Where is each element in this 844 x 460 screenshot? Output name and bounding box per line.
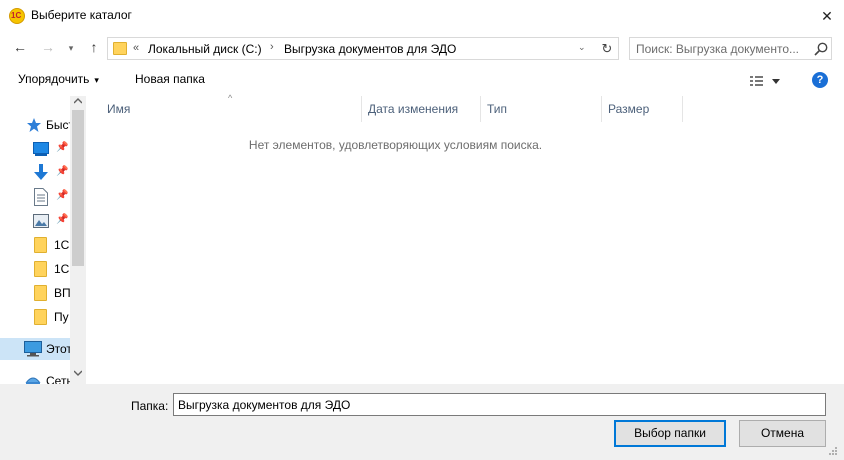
app-logo-icon: 1С [9, 8, 25, 24]
forward-arrow-icon[interactable]: → [38, 37, 58, 57]
breadcrumb-local-disk[interactable]: Локальный диск (C:) [148, 42, 262, 56]
recent-locations-chevron-icon[interactable]: ▾ [64, 38, 78, 58]
view-options-icon[interactable] [748, 73, 782, 89]
sidebar-item-folder-1c-a[interactable]: 1С [0, 234, 70, 256]
sidebar-item-folder-1c-b[interactable]: 1С [0, 258, 70, 280]
folder-name-field[interactable] [173, 393, 826, 416]
sidebar-item-documents[interactable]: 📌 [0, 186, 70, 208]
column-header-date-modified[interactable]: Дата изменения [362, 96, 480, 122]
folder-icon [34, 261, 47, 277]
breadcrumb-separator-icon[interactable]: › [270, 41, 274, 53]
folder-icon [34, 309, 47, 325]
cancel-button[interactable]: Отмена [739, 420, 826, 447]
sidebar-item-downloads[interactable]: 📌 [0, 162, 70, 184]
close-button[interactable]: ✕ [816, 5, 838, 27]
toolbar: Упорядочить ▾ Новая папка ? [0, 66, 844, 95]
organize-button[interactable]: Упорядочить ▾ [18, 72, 99, 86]
chevron-down-icon[interactable] [74, 370, 82, 376]
help-icon[interactable]: ? [812, 72, 828, 88]
sidebar-item-this-pc[interactable]: Этот [0, 338, 72, 360]
file-list: Имя ^ Дата изменения Тип Размер Нет элем… [87, 93, 844, 384]
document-icon [34, 188, 48, 206]
column-divider[interactable] [682, 96, 683, 122]
search-input[interactable] [636, 41, 806, 57]
breadcrumb-current-folder[interactable]: Выгрузка документов для ЭДО [284, 42, 456, 56]
breadcrumb-overflow-icon[interactable]: « [133, 42, 139, 54]
sidebar-scrollbar-thumb[interactable] [72, 110, 84, 266]
column-header-size[interactable]: Размер [602, 96, 682, 122]
back-arrow-icon[interactable]: ← [10, 37, 30, 57]
sidebar-item-quick-access[interactable]: Быст [0, 114, 74, 136]
folder-icon [113, 42, 127, 55]
search-box [629, 37, 832, 60]
pin-icon: 📌 [56, 214, 69, 225]
dialog-footer: Папка: Выбор папки Отмена [0, 384, 844, 460]
column-header-type[interactable]: Тип [481, 96, 601, 122]
chevron-down-icon: ▾ [94, 75, 99, 85]
empty-list-message: Нет элементов, удовлетворяющих условиям … [248, 138, 543, 152]
chevron-up-icon[interactable] [74, 98, 82, 104]
sort-ascending-icon: ^ [228, 93, 233, 103]
download-icon [34, 164, 48, 180]
pictures-icon [33, 214, 49, 228]
resize-grip-icon[interactable] [826, 444, 838, 456]
folder-label: Папка: [131, 399, 169, 413]
address-dropdown-icon[interactable]: ⌄ [578, 42, 586, 53]
computer-icon [24, 341, 42, 357]
address-bar[interactable]: « Локальный диск (C:) › Выгрузка докумен… [107, 37, 619, 60]
folder-icon [34, 285, 47, 301]
search-icon[interactable] [813, 41, 829, 57]
window-title: Выберите каталог [31, 8, 132, 22]
star-icon [27, 118, 41, 132]
title-bar: 1С Выберите каталог ✕ [0, 0, 844, 32]
pin-icon: 📌 [56, 166, 69, 177]
new-folder-button[interactable]: Новая папка [135, 72, 205, 86]
sidebar-item-folder-vp[interactable]: ВП [0, 282, 71, 304]
up-arrow-icon[interactable]: ↑ [84, 37, 104, 57]
sidebar-item-network[interactable]: Сеть [0, 370, 73, 384]
pin-icon: 📌 [56, 142, 69, 153]
sidebar-item-pictures[interactable]: 📌 [0, 210, 70, 232]
network-icon [25, 377, 41, 384]
refresh-icon[interactable]: ↻ [598, 39, 616, 58]
folder-icon [34, 237, 47, 253]
select-folder-button[interactable]: Выбор папки [614, 420, 726, 447]
desktop-icon [33, 142, 49, 156]
sidebar-item-desktop[interactable]: 📌 [0, 138, 70, 160]
sidebar-item-folder-pu[interactable]: Пу [0, 306, 70, 328]
pin-icon: 📌 [56, 190, 69, 201]
